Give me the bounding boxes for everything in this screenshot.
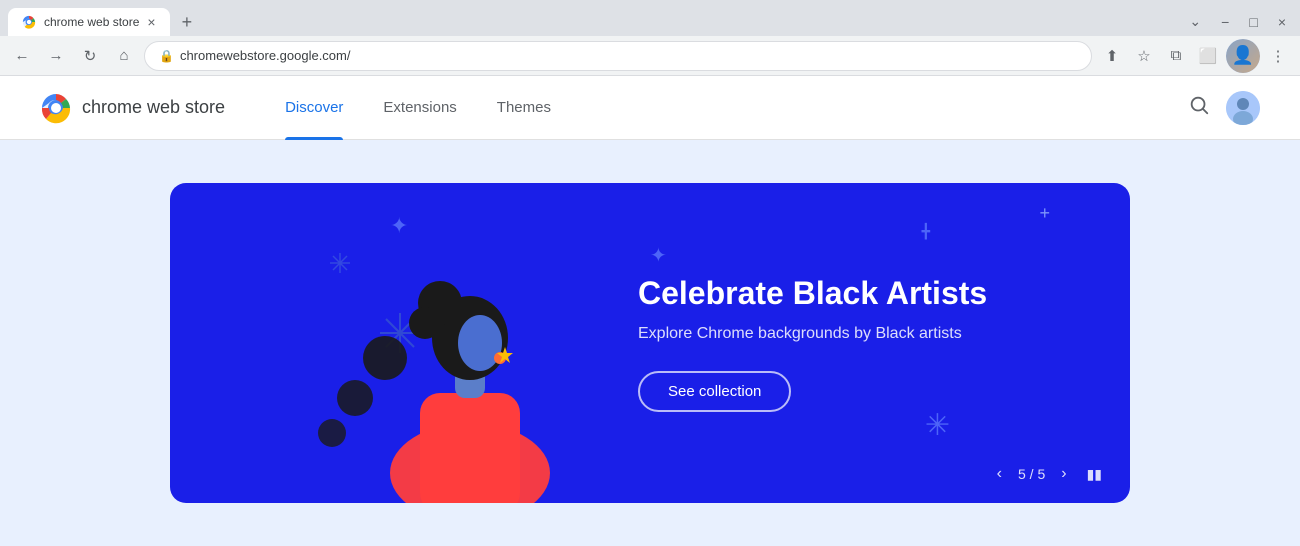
search-icon <box>1188 94 1210 116</box>
url-display: chromewebstore.google.com/ <box>180 48 1077 63</box>
nav-right-controls <box>1184 90 1260 126</box>
address-input[interactable]: 🔒 chromewebstore.google.com/ <box>144 41 1092 71</box>
lock-icon: 🔒 <box>159 49 174 63</box>
banner-content: Celebrate Black Artists Explore Chrome b… <box>590 274 1130 411</box>
avatar-image: 👤 <box>1226 39 1260 73</box>
deco-star-2: ✦ <box>650 243 667 268</box>
back-button[interactable]: ← <box>8 42 36 70</box>
tab-close-button[interactable]: × <box>147 15 155 29</box>
next-slide-button[interactable]: › <box>1057 461 1070 487</box>
pause-button[interactable]: ▮▮ <box>1083 462 1106 487</box>
pagination-indicator: 5 / 5 <box>1018 466 1045 482</box>
tab-favicon <box>22 15 36 29</box>
avatar-icon <box>1226 91 1260 125</box>
banner-title: Celebrate Black Artists <box>638 274 1082 312</box>
user-avatar[interactable] <box>1226 91 1260 125</box>
banner-pagination: ‹ 5 / 5 › ▮▮ <box>993 461 1106 487</box>
menu-button[interactable]: ⋮ <box>1264 42 1292 70</box>
banner-subtitle: Explore Chrome backgrounds by Black arti… <box>638 325 1082 343</box>
share-button[interactable]: ⬆ <box>1098 42 1126 70</box>
maximize-button[interactable]: □ <box>1243 12 1263 32</box>
banner-illustration <box>170 183 590 503</box>
nav-themes[interactable]: Themes <box>477 76 571 140</box>
close-button[interactable]: × <box>1272 12 1292 32</box>
store-name-label: chrome web store <box>82 97 225 118</box>
bookmark-button[interactable]: ☆ <box>1130 42 1158 70</box>
deco-asterisk-1: ✳ <box>925 408 950 443</box>
search-button[interactable] <box>1184 90 1214 126</box>
nav-discover[interactable]: Discover <box>265 76 363 140</box>
home-button[interactable]: ⌂ <box>110 42 138 70</box>
chrome-logo-icon <box>40 92 72 124</box>
deco-plus-1: + <box>1039 203 1050 224</box>
tab-list-dropdown[interactable]: ⌄ <box>1183 11 1207 32</box>
profile-avatar[interactable]: 👤 <box>1226 39 1260 73</box>
sidebar-button[interactable]: ⬜ <box>1194 42 1222 70</box>
nav-extensions[interactable]: Extensions <box>363 76 476 140</box>
main-content-area: ✦ ✦ + ✳ ╋ <box>0 140 1300 546</box>
store-logo[interactable]: chrome web store <box>40 92 225 124</box>
illustration-svg <box>170 183 590 503</box>
prev-slide-button[interactable]: ‹ <box>993 461 1006 487</box>
window-controls: ⌄ − □ × <box>1183 11 1292 36</box>
minimize-button[interactable]: − <box>1215 12 1235 32</box>
page-content: chrome web store Discover Extensions The… <box>0 76 1300 546</box>
tab-title: chrome web store <box>44 15 139 29</box>
deco-line-1: ╋ <box>922 223 930 240</box>
main-navigation: Discover Extensions Themes <box>265 76 571 140</box>
store-nav: chrome web store Discover Extensions The… <box>0 76 1300 140</box>
tab-list: chrome web store × + <box>8 8 200 36</box>
active-tab[interactable]: chrome web store × <box>8 8 170 36</box>
forward-button[interactable]: → <box>42 42 70 70</box>
new-tab-button[interactable]: + <box>174 10 201 35</box>
browser-window: chrome web store × + ⌄ − □ × ← → ↻ ⌂ 🔒 c… <box>0 0 1300 546</box>
see-collection-button[interactable]: See collection <box>638 371 791 412</box>
reload-button[interactable]: ↻ <box>76 42 104 70</box>
extensions-button[interactable]: ⧉ <box>1162 42 1190 70</box>
toolbar-right: ⬆ ☆ ⧉ ⬜ 👤 ⋮ <box>1098 39 1292 73</box>
hero-banner: ✦ ✦ + ✳ ╋ <box>170 183 1130 503</box>
address-bar: ← → ↻ ⌂ 🔒 chromewebstore.google.com/ ⬆ ☆… <box>0 36 1300 76</box>
tab-bar: chrome web store × + ⌄ − □ × <box>0 0 1300 36</box>
